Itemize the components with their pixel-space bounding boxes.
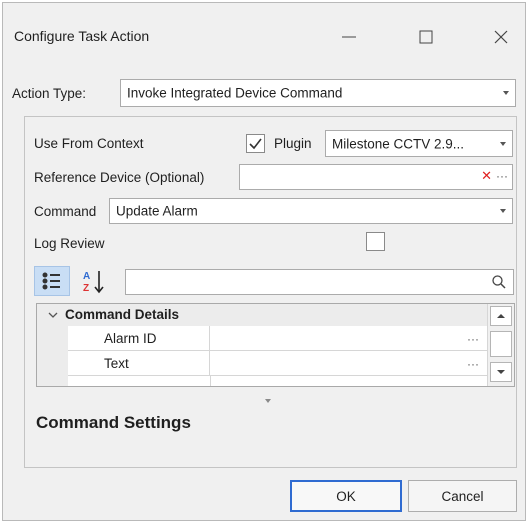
clear-icon[interactable]: ✕ (481, 168, 492, 184)
property-grid: Command Details Alarm ID ··· Text ··· (36, 303, 515, 387)
arrow-up-icon (497, 314, 505, 318)
splitter-grip[interactable] (265, 399, 271, 403)
command-select[interactable]: Update Alarm (109, 198, 513, 224)
configure-task-action-dialog: Configure Task Action Action Type: Invok… (2, 2, 526, 521)
minimize-icon (342, 36, 356, 38)
use-from-context-checkbox[interactable] (246, 134, 265, 153)
log-review-checkbox[interactable] (366, 232, 385, 251)
chevron-down-icon (500, 141, 506, 146)
log-review-label: Log Review (34, 236, 105, 251)
property-search-input[interactable] (125, 269, 514, 295)
scroll-thumb[interactable] (490, 331, 512, 357)
categorized-view-button[interactable] (34, 266, 70, 296)
use-from-context-label: Use From Context (34, 136, 144, 151)
categorized-icon (42, 272, 60, 290)
chevron-down-icon (503, 91, 509, 95)
minimize-button[interactable] (326, 19, 372, 55)
maximize-button[interactable] (403, 19, 449, 55)
title-bar: Configure Task Action (3, 3, 525, 67)
command-value: Update Alarm (116, 203, 198, 219)
ellipsis-icon[interactable]: ··· (467, 332, 479, 346)
property-name: Text (104, 356, 129, 371)
sort-az-icon: A Z (83, 271, 104, 294)
cancel-button[interactable]: Cancel (408, 480, 517, 512)
ellipsis-icon[interactable]: ··· (467, 357, 479, 371)
table-row[interactable]: Alarm ID ··· (37, 326, 487, 351)
maximize-icon (419, 30, 433, 44)
alphabetical-sort-button[interactable]: A Z (79, 266, 111, 296)
chevron-down-icon[interactable] (47, 309, 59, 321)
table-row (37, 376, 487, 386)
svg-text:Z: Z (83, 283, 89, 294)
property-value-field[interactable]: ··· (210, 351, 487, 376)
ok-button[interactable]: OK (290, 480, 402, 512)
command-settings-title: Command Settings (36, 413, 191, 432)
action-type-label: Action Type: (12, 86, 87, 101)
table-row[interactable]: Text ··· (37, 351, 487, 376)
arrow-down-icon (497, 370, 505, 374)
category-label: Command Details (65, 307, 180, 322)
reference-device-label: Reference Device (Optional) (34, 170, 205, 185)
reference-device-field[interactable]: ✕ ··· (239, 164, 513, 190)
plugin-label: Plugin (274, 136, 312, 151)
action-type-select[interactable]: Invoke Integrated Device Command (120, 79, 516, 107)
close-icon (494, 30, 508, 44)
close-button[interactable] (478, 19, 524, 55)
scroll-down-button[interactable] (490, 362, 512, 382)
checkmark-icon (249, 138, 262, 150)
ellipsis-icon[interactable]: ··· (496, 169, 508, 183)
command-label: Command (34, 204, 97, 219)
window-title: Configure Task Action (14, 28, 150, 44)
search-icon[interactable] (491, 274, 507, 290)
category-row[interactable]: Command Details (37, 304, 487, 326)
action-type-value: Invoke Integrated Device Command (127, 85, 343, 101)
property-value-field[interactable]: ··· (210, 326, 487, 351)
plugin-value: Milestone CCTV 2.9... (332, 136, 465, 151)
plugin-select[interactable]: Milestone CCTV 2.9... (325, 130, 513, 157)
vertical-scrollbar[interactable] (487, 304, 514, 386)
chevron-down-icon (500, 209, 506, 213)
svg-text:A: A (83, 271, 90, 282)
scroll-up-button[interactable] (490, 306, 512, 326)
property-name: Alarm ID (104, 331, 157, 346)
